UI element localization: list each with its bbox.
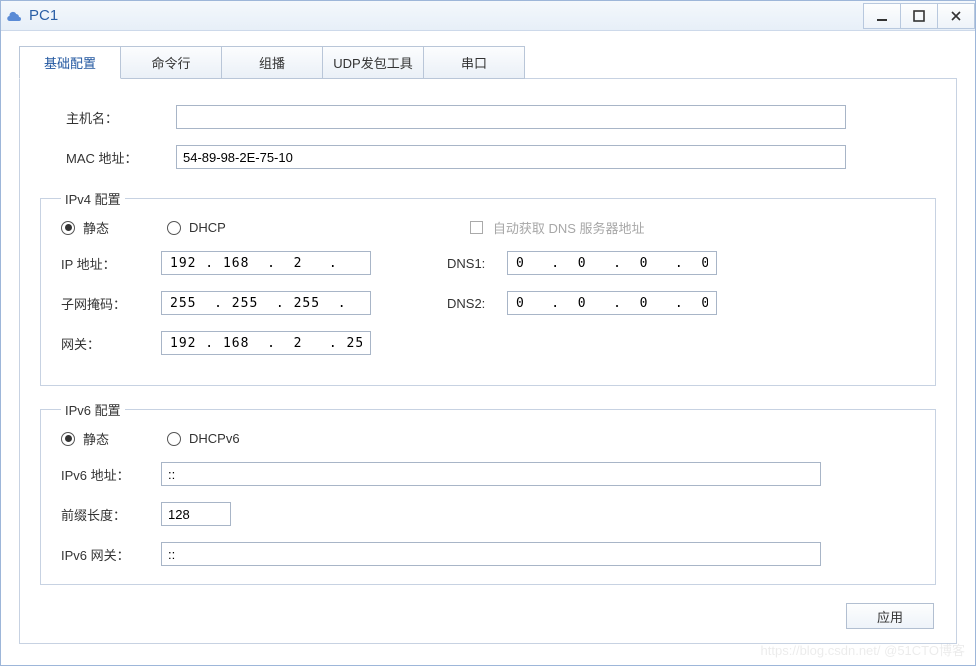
- ipv4-legend: IPv4 配置: [61, 189, 125, 208]
- ipv6-static-label: 静态: [83, 429, 109, 448]
- tab-basic[interactable]: 基础配置: [19, 46, 121, 79]
- dns2-input[interactable]: [507, 291, 717, 315]
- tab-udp[interactable]: UDP发包工具: [322, 46, 424, 79]
- dns1-input[interactable]: [507, 251, 717, 275]
- ipv4-static-radio[interactable]: [61, 221, 75, 235]
- ip-row: IP 地址： DNS1:: [61, 251, 915, 275]
- dns2-label: DNS2:: [447, 296, 507, 311]
- mask-row: 子网掩码： DNS2:: [61, 291, 915, 315]
- ipv6-gw-row: IPv6 网关：: [61, 542, 915, 566]
- auto-dns-label: 自动获取 DNS 服务器地址: [493, 218, 645, 237]
- tab-multicast[interactable]: 组播: [221, 46, 323, 79]
- mac-row: MAC 地址：: [66, 145, 910, 169]
- titlebar-left: PC1: [7, 7, 58, 24]
- mask-label: 子网掩码：: [61, 294, 161, 313]
- gateway-label: 网关：: [61, 334, 161, 353]
- gateway-input[interactable]: [161, 331, 371, 355]
- mask-input[interactable]: [161, 291, 371, 315]
- ipv4-static-label: 静态: [83, 218, 109, 237]
- content-area: 基础配置 命令行 组播 UDP发包工具 串口 主机名： MAC 地址： IPv4…: [1, 31, 975, 658]
- prefix-input[interactable]: [161, 502, 231, 526]
- ipv6-addr-label: IPv6 地址：: [61, 465, 161, 484]
- apply-button-label: 应用: [877, 607, 903, 626]
- config-panel: 主机名： MAC 地址： IPv4 配置 静态 DHCP 自动获取 DNS 服务…: [19, 78, 957, 644]
- tab-serial[interactable]: 串口: [423, 46, 525, 79]
- close-button[interactable]: [937, 3, 975, 29]
- tab-cli[interactable]: 命令行: [120, 46, 222, 79]
- prefix-label: 前缀长度：: [61, 505, 161, 524]
- ipv6-gw-label: IPv6 网关：: [61, 545, 161, 564]
- ipv4-dhcp-radio[interactable]: [167, 221, 181, 235]
- ipv6-addr-row: IPv6 地址：: [61, 462, 915, 486]
- ipv6-static-radio[interactable]: [61, 432, 75, 446]
- ipv6-dhcpv6-label: DHCPv6: [189, 431, 240, 446]
- footer: 应用: [40, 599, 936, 629]
- app-window: PC1 基础配置 命令行 组播 UDP发包工具 串口 主机名：: [0, 0, 976, 666]
- ipv6-dhcpv6-radio[interactable]: [167, 432, 181, 446]
- ipv6-gw-input[interactable]: [161, 542, 821, 566]
- titlebar: PC1: [1, 1, 975, 31]
- dns1-label: DNS1:: [447, 256, 507, 271]
- minimize-button[interactable]: [863, 3, 901, 29]
- mac-input[interactable]: [176, 145, 846, 169]
- hostname-input[interactable]: [176, 105, 846, 129]
- window-title: PC1: [29, 7, 58, 24]
- ip-label: IP 地址：: [61, 254, 161, 273]
- ip-input[interactable]: [161, 251, 371, 275]
- hostname-label: 主机名：: [66, 108, 176, 127]
- gateway-row: 网关：: [61, 331, 915, 355]
- apply-button[interactable]: 应用: [846, 603, 934, 629]
- ipv6-addr-input[interactable]: [161, 462, 821, 486]
- maximize-button[interactable]: [900, 3, 938, 29]
- app-icon: [7, 8, 23, 24]
- hostname-row: 主机名：: [66, 105, 910, 129]
- ipv4-mode-row: 静态 DHCP 自动获取 DNS 服务器地址: [61, 218, 915, 237]
- ipv6-fieldset: IPv6 配置 静态 DHCPv6 IPv6 地址： 前缀长度： IPv6: [40, 400, 936, 585]
- minimize-icon: [876, 10, 888, 22]
- maximize-icon: [913, 10, 925, 22]
- ipv6-mode-row: 静态 DHCPv6: [61, 429, 915, 448]
- tab-bar: 基础配置 命令行 组播 UDP发包工具 串口: [19, 45, 957, 78]
- prefix-row: 前缀长度：: [61, 502, 915, 526]
- auto-dns-checkbox[interactable]: [470, 221, 483, 234]
- mac-label: MAC 地址：: [66, 148, 176, 167]
- ipv4-dhcp-label: DHCP: [189, 220, 226, 235]
- ipv6-legend: IPv6 配置: [61, 400, 125, 419]
- close-icon: [950, 10, 962, 22]
- ipv4-fieldset: IPv4 配置 静态 DHCP 自动获取 DNS 服务器地址 IP 地址：: [40, 189, 936, 386]
- window-controls: [864, 3, 975, 29]
